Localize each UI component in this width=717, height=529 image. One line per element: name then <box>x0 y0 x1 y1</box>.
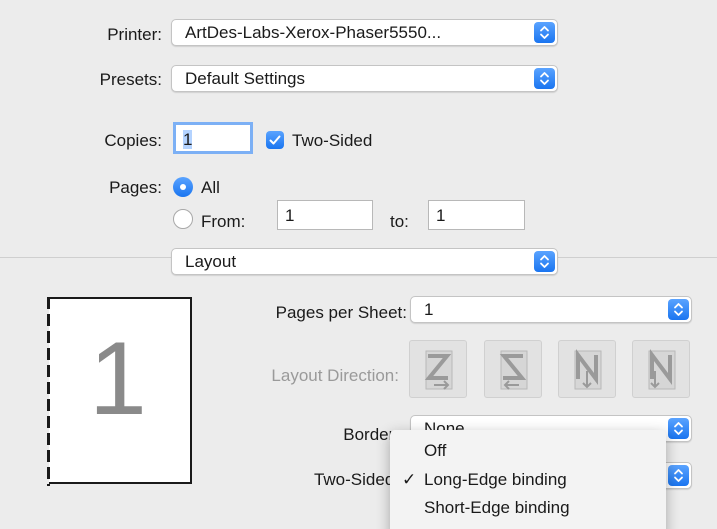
layout-direction-n[interactable] <box>632 340 690 398</box>
chevron-updown-icon <box>668 465 689 486</box>
pages-all-label: All <box>201 178 220 197</box>
section-value: Layout <box>185 252 237 271</box>
n-direction-icon <box>648 349 676 390</box>
chevron-updown-icon <box>534 68 555 89</box>
pages-per-sheet-label: Pages per Sheet: <box>275 303 407 322</box>
copies-label: Copies: <box>104 131 162 150</box>
chevron-updown-icon <box>668 418 689 439</box>
pages-from-label: From: <box>201 212 246 231</box>
pages-all-radio[interactable] <box>173 177 193 197</box>
layout-direction-n-reverse[interactable] <box>558 340 616 398</box>
menu-item-short-edge-binding[interactable]: Short-Edge binding <box>424 498 570 518</box>
pages-from-value: 1 <box>285 206 295 225</box>
two-sided-layout-label: Two-Sided: <box>313 470 399 489</box>
printer-select[interactable]: ArtDes-Labs-Xerox-Phaser5550... <box>171 19 558 46</box>
chevron-updown-icon <box>534 251 555 272</box>
copies-value: 1 <box>183 130 193 149</box>
checkmark-icon <box>269 135 281 145</box>
two-sided-checkbox-label: Two-Sided <box>292 131 373 150</box>
menu-check-icon: ✓ <box>402 470 417 489</box>
presets-select[interactable]: Default Settings <box>171 65 558 92</box>
pages-to-field[interactable]: 1 <box>428 200 525 230</box>
pages-per-sheet-value: 1 <box>424 300 434 319</box>
reverse-z-direction-icon <box>499 350 528 390</box>
layout-direction-label: Layout Direction: <box>271 366 399 385</box>
printer-value: ArtDes-Labs-Xerox-Phaser5550... <box>185 23 442 42</box>
chevron-updown-icon <box>534 22 555 43</box>
pages-label: Pages: <box>109 178 162 197</box>
pages-from-radio[interactable] <box>173 209 193 229</box>
layout-direction-s[interactable] <box>484 340 542 398</box>
chevron-updown-icon <box>668 299 689 320</box>
binding-edge-marker <box>47 297 50 486</box>
pages-to-value: 1 <box>436 206 446 225</box>
two-sided-checkbox[interactable] <box>266 131 284 149</box>
preview-page-number: 1 <box>89 321 147 437</box>
copies-field[interactable]: 1 <box>173 122 253 154</box>
pages-per-sheet-select[interactable]: 1 <box>410 296 692 323</box>
z-direction-icon <box>424 350 453 390</box>
two-sided-dropdown-menu: Off ✓ Long-Edge binding Short-Edge bindi… <box>390 430 666 529</box>
layout-direction-z[interactable] <box>409 340 467 398</box>
menu-item-long-edge-binding[interactable]: Long-Edge binding <box>424 470 567 490</box>
page-preview: 1 <box>47 297 192 486</box>
pages-to-label: to: <box>390 212 409 231</box>
presets-value: Default Settings <box>185 69 306 88</box>
presets-label: Presets: <box>99 70 162 89</box>
n-reverse-direction-icon <box>574 349 602 390</box>
section-select[interactable]: Layout <box>171 248 558 275</box>
menu-item-off[interactable]: Off <box>424 441 446 461</box>
pages-from-field[interactable]: 1 <box>277 200 373 230</box>
printer-label: Printer: <box>107 25 162 44</box>
